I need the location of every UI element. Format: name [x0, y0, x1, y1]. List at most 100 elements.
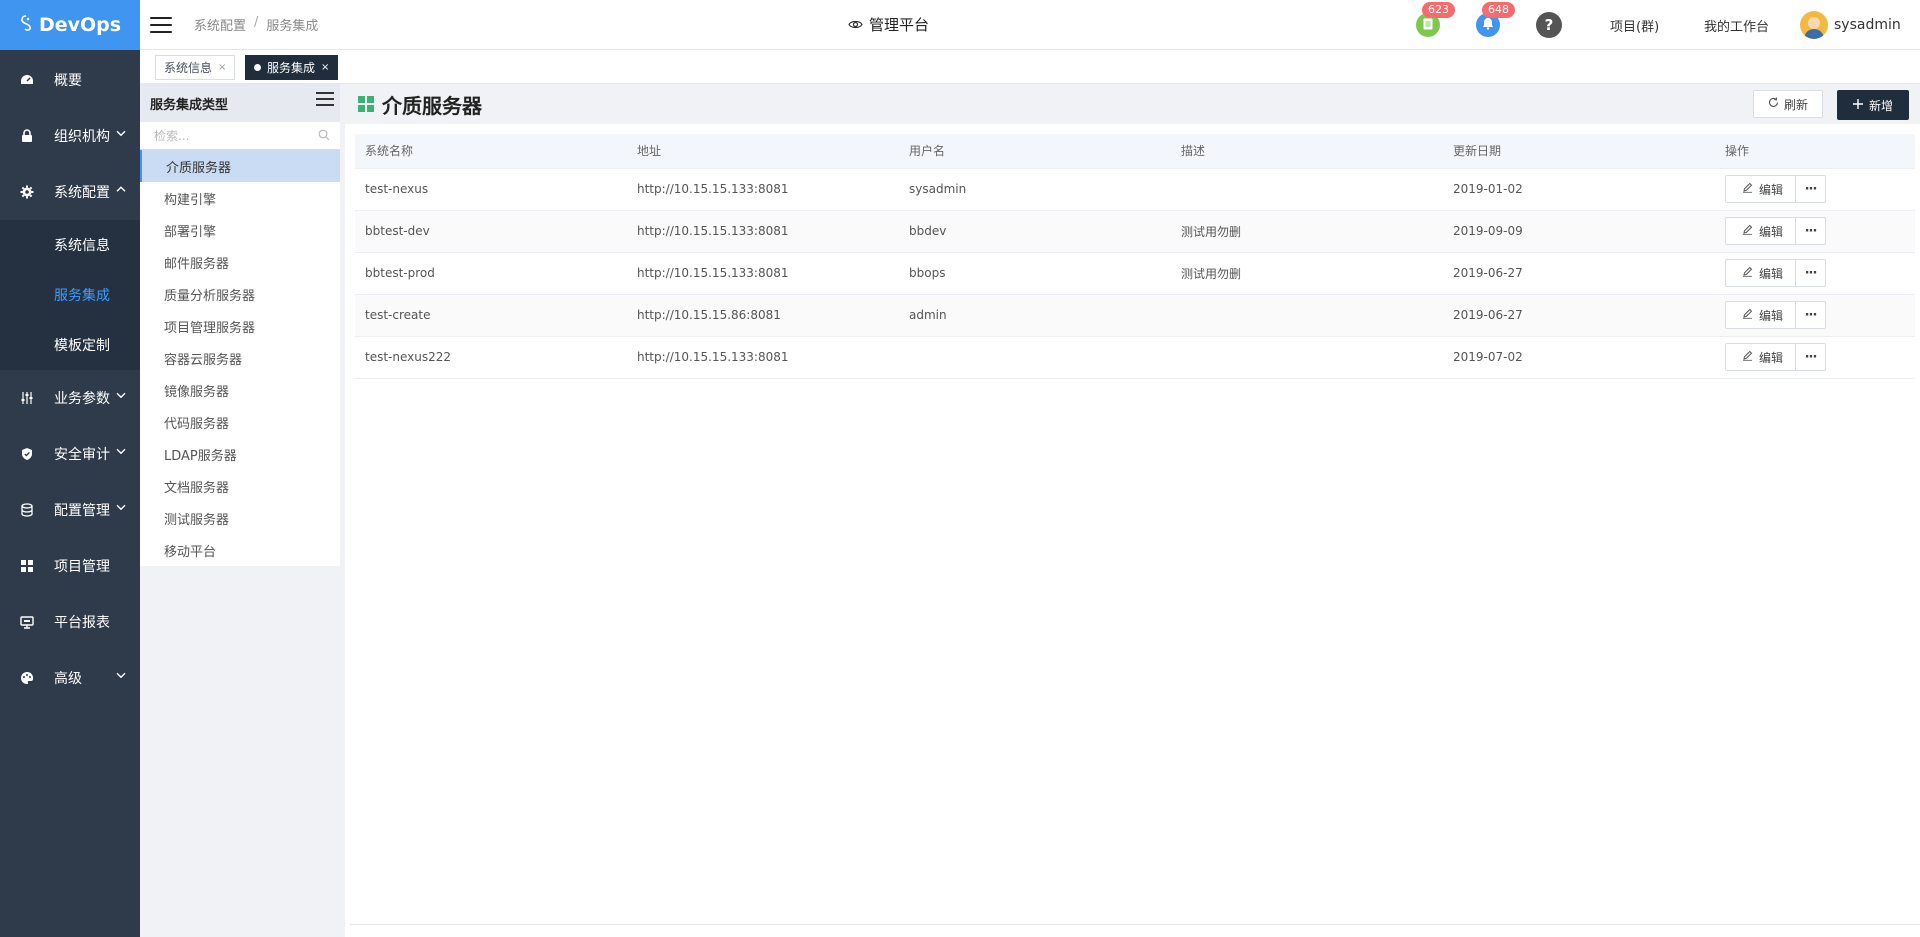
type-item-image-server[interactable]: 镜像服务器	[140, 374, 340, 406]
add-button[interactable]: 新增	[1836, 90, 1909, 120]
shield-icon	[20, 447, 34, 461]
edit-button[interactable]: 编辑	[1726, 344, 1795, 370]
sidebar-item-system-config[interactable]: 系统配置	[0, 164, 140, 220]
bell-icon	[1482, 17, 1494, 33]
cell-actions: 编辑 ···	[1715, 252, 1915, 295]
breadcrumb-separator: /	[254, 15, 259, 30]
sidebar-item-business-params[interactable]: 业务参数	[0, 370, 140, 426]
more-button[interactable]: ···	[1795, 344, 1825, 370]
search-icon[interactable]	[318, 129, 330, 141]
sidebar-item-label: 平台报表	[54, 615, 110, 631]
type-item-test-server[interactable]: 测试服务器	[140, 502, 340, 534]
tab-system-info[interactable]: 系统信息 ×	[155, 55, 236, 80]
row-actions: 编辑 ···	[1725, 217, 1827, 245]
type-item-mobile-platform[interactable]: 移动平台	[140, 534, 340, 566]
type-item-code-server[interactable]: 代码服务器	[140, 406, 340, 438]
pencil-icon	[1742, 266, 1753, 280]
column-header: 描述	[1171, 134, 1443, 169]
logo[interactable]: DevOps	[0, 0, 140, 50]
content-divider	[350, 924, 1920, 925]
sidebar-item-overview[interactable]: 概要	[0, 52, 140, 108]
type-item-ldap-server[interactable]: LDAP服务器	[140, 438, 340, 470]
cell-username: bbdev	[899, 210, 1171, 253]
chevron-down-icon	[116, 446, 126, 459]
edit-button[interactable]: 编辑	[1726, 302, 1795, 328]
row-actions: 编辑 ···	[1725, 301, 1827, 329]
close-icon[interactable]: ×	[218, 62, 226, 73]
sidebar-subitem-system-info[interactable]: 系统信息	[0, 220, 140, 270]
edit-label: 编辑	[1759, 350, 1784, 365]
cell-actions: 编辑 ···	[1715, 210, 1915, 253]
cell-description	[1171, 168, 1443, 211]
table-row: bbtest-prod http://10.15.15.133:8081 bbo…	[355, 252, 1915, 295]
breadcrumb-item[interactable]: 系统配置	[194, 15, 246, 34]
cell-address: http://10.15.15.133:8081	[627, 252, 899, 295]
column-header: 操作	[1715, 134, 1915, 169]
sidebar-item-label: 配置管理	[54, 503, 110, 519]
edit-button[interactable]: 编辑	[1726, 260, 1795, 286]
edit-button[interactable]: 编辑	[1726, 176, 1795, 202]
sidebar-subitem-template[interactable]: 模板定制	[0, 320, 140, 370]
type-search	[140, 122, 340, 150]
sidebar-item-organization[interactable]: 组织机构	[0, 108, 140, 164]
type-item-build-engine[interactable]: 构建引擎	[140, 182, 340, 214]
cell-name: test-create	[355, 294, 627, 337]
type-item-project-server[interactable]: 项目管理服务器	[140, 310, 340, 342]
sidebar-item-security-audit[interactable]: 安全审计	[0, 426, 140, 482]
user-menu[interactable]: sysadmin	[1800, 11, 1901, 39]
sidebar-item-advanced[interactable]: 高级	[0, 650, 140, 706]
type-item-container-cloud[interactable]: 容器云服务器	[140, 342, 340, 374]
cell-name: test-nexus222	[355, 336, 627, 379]
more-button[interactable]: ···	[1795, 176, 1825, 202]
cell-username: sysadmin	[899, 168, 1171, 211]
type-item-doc-server[interactable]: 文档服务器	[140, 470, 340, 502]
table-row: test-nexus222 http://10.15.15.133:8081 2…	[355, 336, 1915, 379]
notifications-button[interactable]: 648	[1476, 2, 1515, 37]
projects-link[interactable]: 项目(群)	[1610, 16, 1659, 35]
column-header: 更新日期	[1443, 134, 1715, 169]
pencil-icon	[1742, 308, 1753, 322]
more-button[interactable]: ···	[1795, 260, 1825, 286]
list-menu-icon[interactable]	[316, 92, 334, 106]
cell-description: 测试用勿删	[1171, 252, 1443, 295]
type-item-deploy-engine[interactable]: 部署引擎	[140, 214, 340, 246]
system-config-submenu: 系统信息 服务集成 模板定制	[0, 220, 140, 370]
row-actions: 编辑 ···	[1725, 343, 1827, 371]
sidebar-subitem-service-integration[interactable]: 服务集成	[0, 270, 140, 320]
sidebar-item-label: 概要	[54, 73, 82, 89]
type-item-quality-server[interactable]: 质量分析服务器	[140, 278, 340, 310]
type-item-mail-server[interactable]: 邮件服务器	[140, 246, 340, 278]
sidebar: DevOps 概要 组织机构 系统配置 系统信息 服务集成 模板定制 业务参数	[0, 0, 140, 937]
plus-icon	[1852, 98, 1863, 112]
sidebar-item-platform-report[interactable]: 平台报表	[0, 594, 140, 650]
cell-address: http://10.15.15.133:8081	[627, 336, 899, 379]
notifications-badge: 648	[1482, 2, 1515, 18]
more-button[interactable]: ···	[1795, 302, 1825, 328]
chevron-down-icon	[116, 128, 126, 141]
help-button[interactable]: ?	[1536, 12, 1562, 38]
type-item-media-server[interactable]: 介质服务器	[140, 150, 340, 182]
tabs-bar: 系统信息 × 服务集成 ×	[140, 50, 1920, 84]
tab-service-integration[interactable]: 服务集成 ×	[245, 55, 339, 80]
server-table: 系统名称 地址 用户名 描述 更新日期 操作 test-nexus http:/…	[355, 134, 1915, 379]
sidebar-item-project-management[interactable]: 项目管理	[0, 538, 140, 594]
cell-name: bbtest-prod	[355, 252, 627, 295]
type-search-input[interactable]	[154, 128, 304, 143]
table-row: test-create http://10.15.15.86:8081 admi…	[355, 294, 1915, 337]
sidebar-item-label: 组织机构	[54, 129, 110, 145]
grid-icon	[20, 559, 34, 573]
more-button[interactable]: ···	[1795, 218, 1825, 244]
menu-toggle-icon[interactable]	[150, 16, 172, 33]
workspace-link[interactable]: 我的工作台	[1704, 16, 1769, 35]
pencil-icon	[1742, 224, 1753, 238]
edit-label: 编辑	[1759, 182, 1784, 197]
close-icon[interactable]: ×	[321, 62, 329, 73]
cell-date: 2019-01-02	[1443, 168, 1715, 211]
cell-username: admin	[899, 294, 1171, 337]
edit-button[interactable]: 编辑	[1726, 218, 1795, 244]
tasks-badge: 623	[1422, 2, 1455, 18]
refresh-button[interactable]: 刷新	[1752, 90, 1823, 118]
tasks-button[interactable]: 623	[1416, 2, 1455, 37]
sidebar-item-label: 高级	[54, 671, 82, 687]
sidebar-item-config-management[interactable]: 配置管理	[0, 482, 140, 538]
